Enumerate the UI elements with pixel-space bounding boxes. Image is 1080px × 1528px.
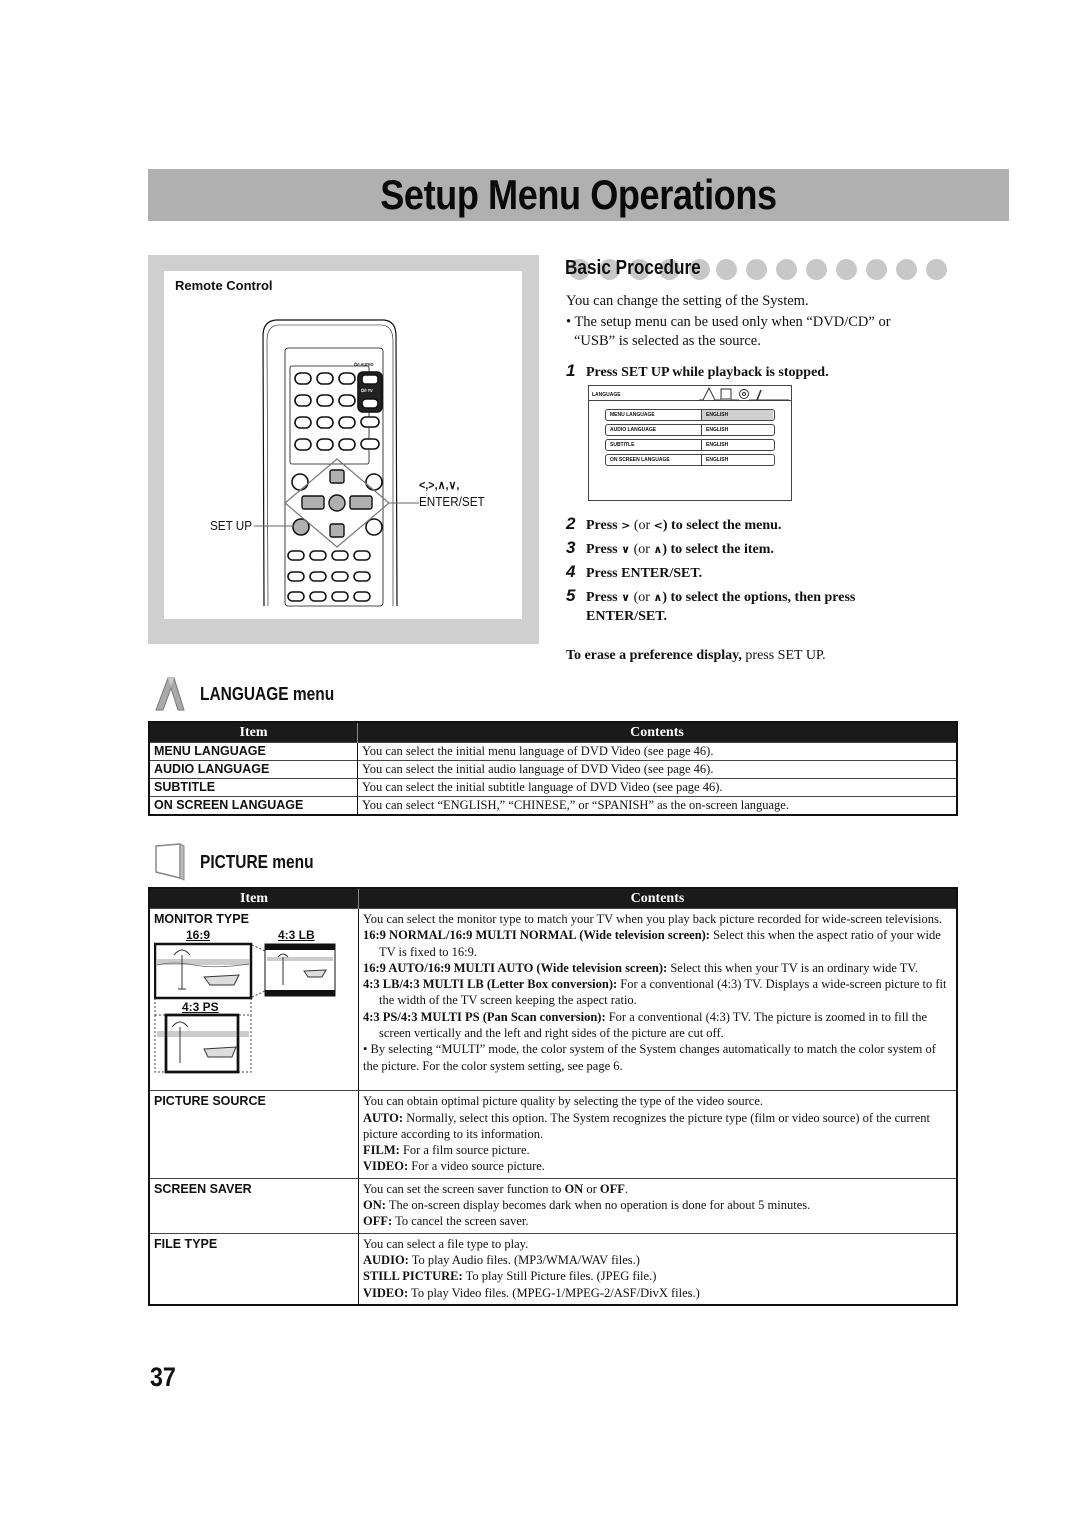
erase-note: To erase a preference display, press SET… — [566, 648, 826, 663]
osd-menu-icons — [699, 386, 789, 401]
osd-row: AUDIO LANGUAGE ENGLISH — [605, 424, 775, 436]
table-row-screen-saver: SCREEN SAVER You can set the screen save… — [149, 1177, 957, 1234]
table-row: SUBTITLE You can select the initial subti… — [149, 778, 957, 797]
step-5: 5 Press ∨ (or ∧) to select the options, t… — [566, 586, 856, 624]
table-row: AUDIO LANGUAGE You can select the initial… — [149, 760, 957, 779]
title-bar: Setup Menu Operations — [148, 169, 1009, 221]
step-2: 2 Press > (or <) to select the menu. — [566, 514, 782, 533]
option-4-3-lb: 4:3 LB/4:3 MULTI LB (Letter Box conversi… — [363, 977, 947, 1008]
step-1: 1 Press SET UP while playback is stopped. — [566, 361, 829, 380]
col-header-contents: Contents — [358, 888, 957, 909]
arrow-buttons-callout: <,>,∧,∨, — [419, 478, 460, 492]
option-4-3-ps: 4:3 PS/4:3 MULTI PS (Pan Scan conversion… — [363, 1009, 928, 1041]
option-16-9-auto: 16:9 AUTO/16:9 MULTI AUTO (Wide televisi… — [363, 960, 918, 975]
language-menu-table: Item Contents MENU LANGUAGE You can selec… — [148, 721, 958, 816]
basic-procedure-title: Basic Procedure — [565, 257, 701, 279]
step-3: 3 Press ∨ (or ∧) to select the item. — [566, 538, 774, 557]
enter-set-callout: ENTER/SET — [419, 494, 485, 509]
setup-button-callout: SET UP — [210, 518, 253, 533]
col-header-contents: Contents — [357, 722, 957, 743]
setup-menu-screen: LANGUAGE MENU LANGUAGE ENGLISH AUDIO LANG… — [588, 385, 792, 501]
language-menu-icon — [155, 677, 185, 711]
note-text-cont: “USB” is selected as the source. — [574, 333, 761, 349]
intro-text: You can change the setting of the System… — [566, 293, 809, 309]
table-row-picture-source: PICTURE SOURCE You can obtain optimal pi… — [149, 1090, 957, 1179]
note-text: • The setup menu can be used only when “… — [566, 314, 891, 330]
multi-mode-note: • By selecting “MULTI” mode, the color s… — [363, 1042, 936, 1073]
remote-control-panel: Remote Control SET UP <,>,∧,∨, ENTER/SET… — [148, 255, 539, 644]
remote-control-figure: Remote Control SET UP <,>,∧,∨, ENTER/SET… — [164, 271, 522, 619]
col-header-item: Item — [149, 888, 359, 909]
col-header-item: Item — [149, 722, 358, 743]
osd-row: SUBTITLE ENGLISH — [605, 439, 775, 451]
osd-tab-language: LANGUAGE — [592, 392, 621, 398]
option-16-9-normal: 16:9 NORMAL/16:9 MULTI NORMAL (Wide tele… — [363, 928, 941, 959]
table-row: MENU LANGUAGE You can select the initial … — [149, 742, 957, 761]
page-title: Setup Menu Operations — [380, 171, 777, 218]
page-number: 37 — [150, 1362, 176, 1392]
step-4: 4 Press ENTER/SET. — [566, 562, 703, 581]
osd-row: MENU LANGUAGE ENGLISH — [605, 409, 775, 421]
language-menu-heading: LANGUAGE menu — [200, 684, 335, 704]
table-row: ON SCREEN LANGUAGE You can select “ENGLIS… — [149, 796, 957, 815]
basic-procedure-heading: Basic Procedure — [565, 257, 960, 283]
audio-power-label: ⏻/I AUDIO — [354, 362, 374, 367]
picture-menu-icon — [155, 843, 185, 881]
aspect-ratio-illustration: 16:9 4:3 LB 4:3 PS — [154, 927, 354, 1087]
table-row-monitor-type: MONITOR TYPE 16:9 4:3 LB 4:3 PS You can … — [149, 907, 957, 1091]
tv-power-label: ⏻/I TV — [361, 388, 373, 393]
osd-row: ON SCREEN LANGUAGE ENGLISH — [605, 454, 775, 466]
picture-menu-table: Item Contents MONITOR TYPE 16:9 4:3 LB 4… — [148, 887, 958, 1306]
picture-menu-heading: PICTURE menu — [200, 852, 314, 872]
remote-control-illustration — [254, 319, 419, 607]
table-row-file-type: FILE TYPE You can select a file type to … — [149, 1232, 957, 1305]
